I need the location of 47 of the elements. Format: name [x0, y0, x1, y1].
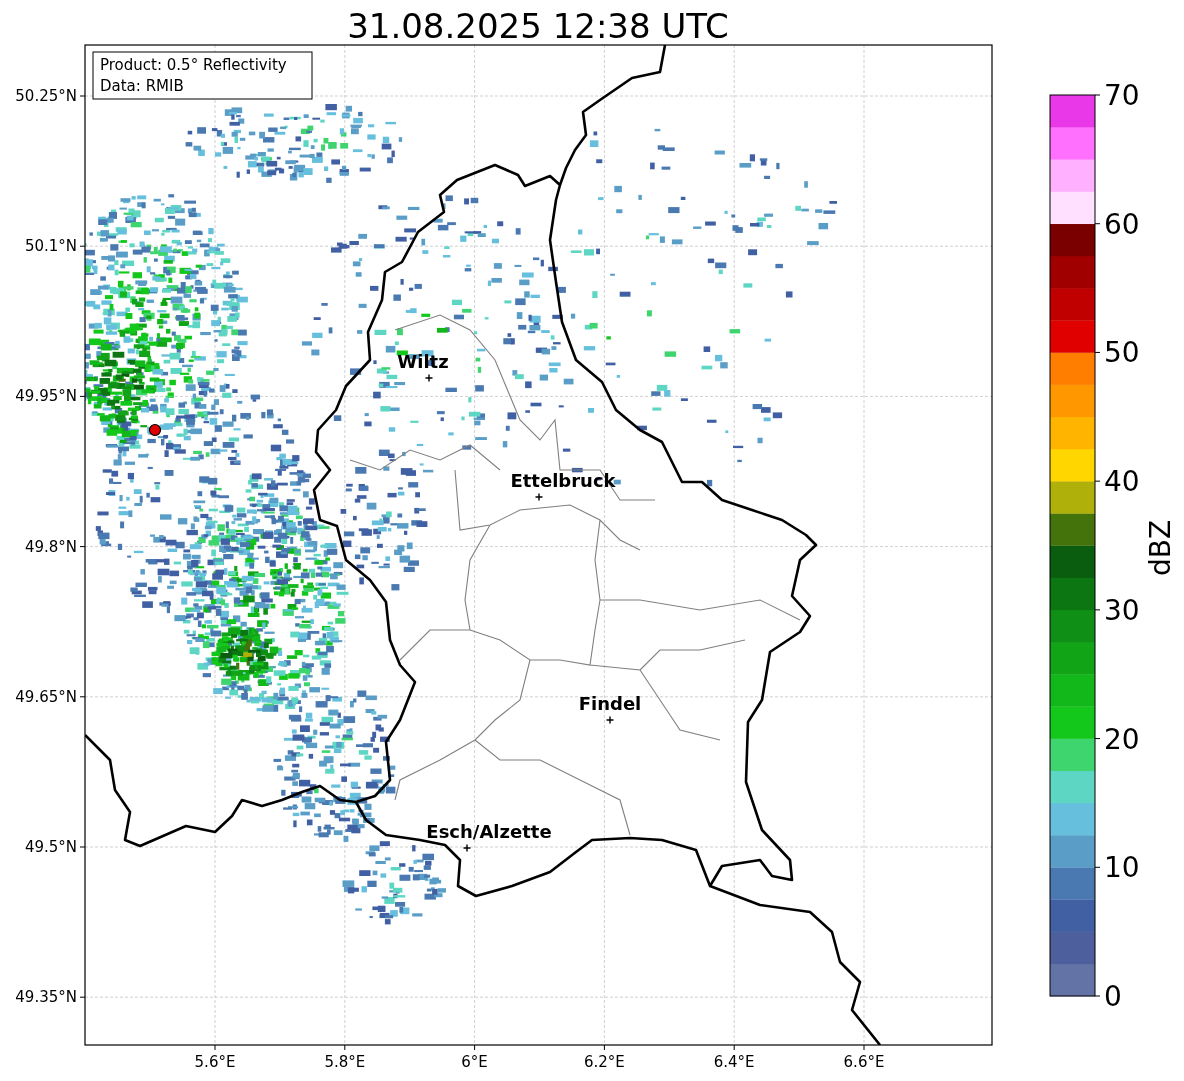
- tick-mark: [863, 1044, 865, 1051]
- latitude-label: 49.65°N: [15, 687, 77, 706]
- latitude-label: 50.1°N: [24, 237, 77, 256]
- tick-mark: [79, 996, 86, 998]
- tick-mark: [79, 546, 86, 548]
- chart-title: 31.08.2025 12:38 UTC: [347, 6, 729, 46]
- colorbar-tick-label: 50: [1104, 336, 1140, 370]
- tick-mark: [79, 846, 86, 848]
- latitude-label: 49.5°N: [24, 838, 77, 856]
- latitude-label: 50.25°N: [15, 87, 77, 105]
- colorbar-tick-label: 60: [1104, 207, 1140, 241]
- tick-mark: [733, 1044, 735, 1051]
- tick-mark: [79, 696, 86, 698]
- city-label: Esch/Alzette: [426, 821, 552, 842]
- colorbar-tick-label: 10: [1104, 851, 1140, 885]
- latitude-label: 49.35°N: [15, 988, 77, 1007]
- longitude-label: 5.6°E: [194, 1053, 236, 1071]
- latitude-label: 49.8°N: [24, 537, 77, 556]
- city-marker-icon: [605, 715, 615, 725]
- city-label: Findel: [578, 693, 642, 714]
- tick-mark: [79, 95, 86, 97]
- tick-mark: [474, 1044, 476, 1051]
- tick-mark: [79, 395, 86, 397]
- city-marker-icon: [534, 492, 544, 502]
- tick-mark: [214, 1044, 216, 1051]
- latitude-label: 49.95°N: [15, 387, 77, 406]
- longitude-label: 6.2°E: [584, 1053, 625, 1071]
- longitude-label: 5.8°E: [324, 1053, 366, 1071]
- city-marker-icon: [424, 373, 434, 383]
- city-label: Wiltz: [397, 351, 449, 372]
- longitude-label: 6°E: [461, 1053, 488, 1071]
- radar-site-marker: [148, 423, 162, 437]
- tick-mark: [79, 245, 86, 247]
- tick-mark: [603, 1044, 605, 1051]
- info-text: Data: RMIB: [100, 77, 184, 95]
- colorbar-label: dBZ: [1144, 519, 1177, 577]
- city-label: Ettelbruck: [510, 470, 616, 491]
- colorbar-tick-label: 20: [1104, 722, 1140, 756]
- longitude-label: 6.4°E: [713, 1053, 755, 1071]
- colorbar-tick-label: 70: [1104, 79, 1140, 112]
- longitude-label: 6.6°E: [843, 1053, 885, 1071]
- city-marker-icon: [462, 843, 472, 853]
- colorbar-tick-label: 30: [1104, 593, 1140, 627]
- tick-mark: [344, 1044, 346, 1051]
- colorbar-tick-label: 0: [1104, 980, 1122, 1013]
- colorbar-tick-label: 40: [1104, 465, 1140, 499]
- info-text: Product: 0.5° Reflectivity: [100, 56, 287, 74]
